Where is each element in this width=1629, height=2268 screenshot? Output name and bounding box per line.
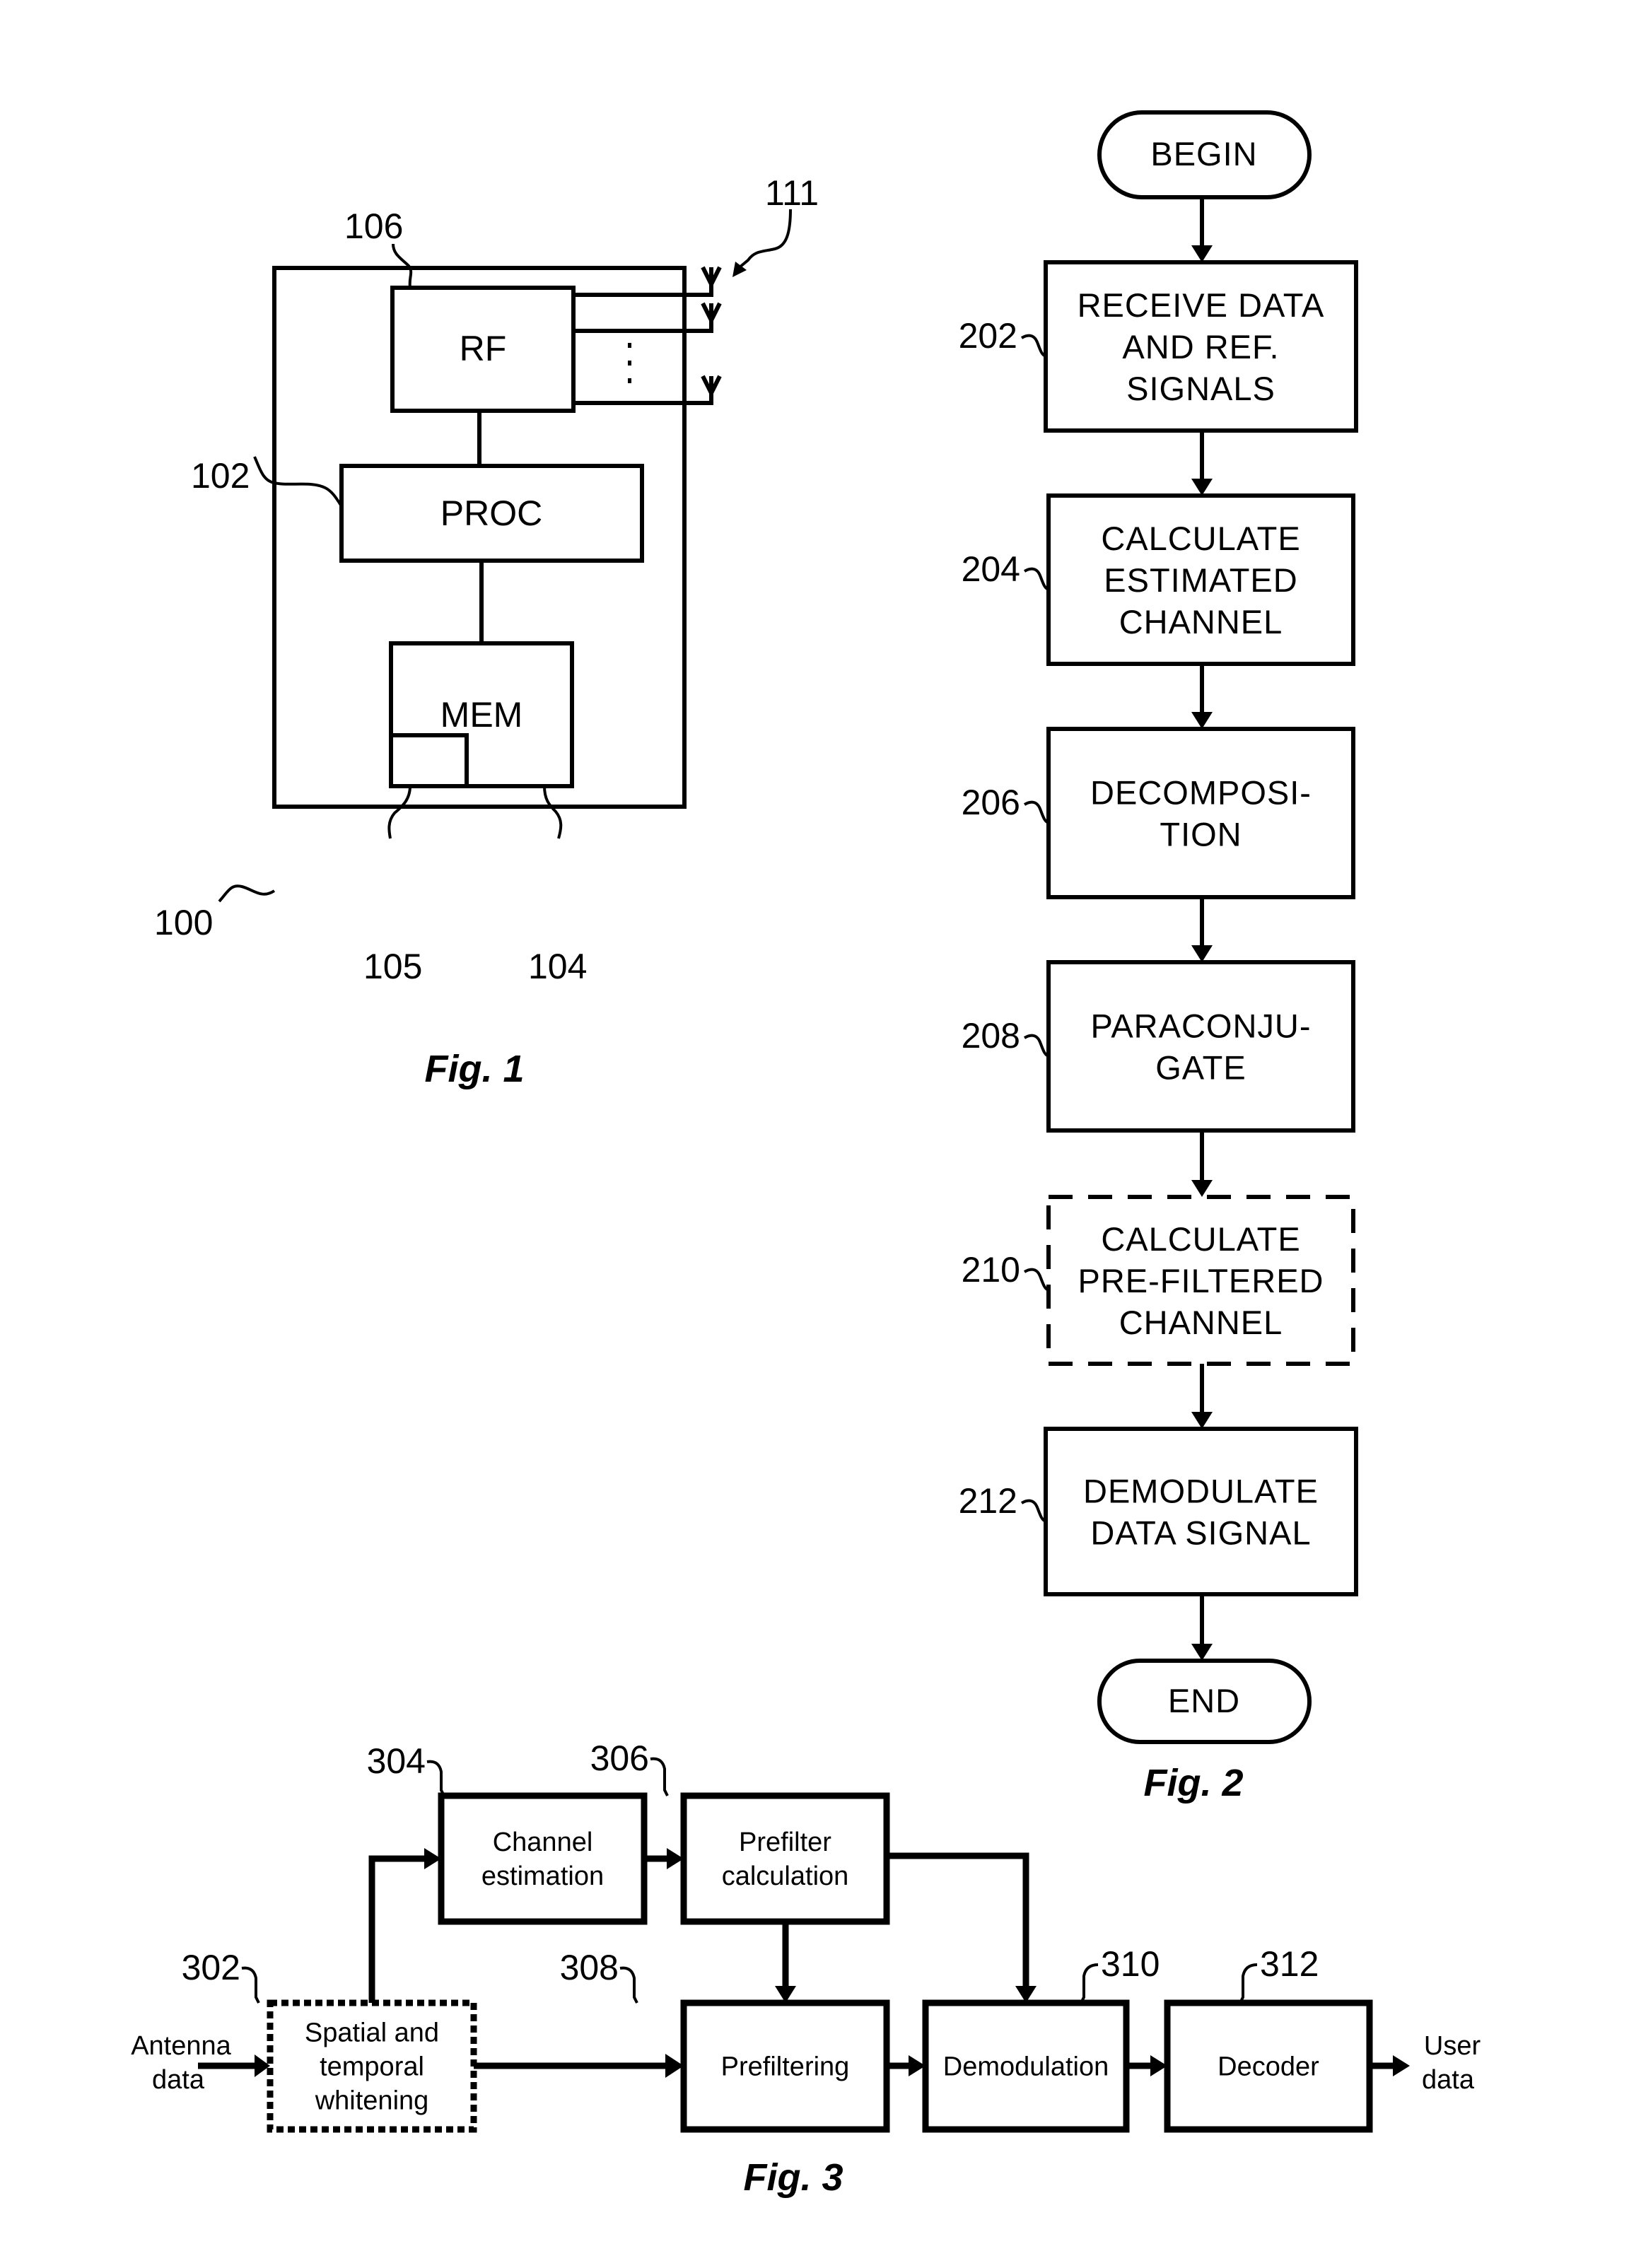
begin-label: BEGIN bbox=[1150, 135, 1257, 173]
ref-leader bbox=[241, 1966, 260, 2004]
ref-100: 100 bbox=[154, 903, 213, 942]
ref-304: 304 bbox=[367, 1741, 426, 1781]
antenna-feed-1 bbox=[573, 274, 713, 297]
ref-208: 208 bbox=[962, 1016, 1020, 1056]
ref-206: 206 bbox=[962, 783, 1020, 822]
fig1-caption: Fig. 1 bbox=[424, 1048, 524, 1090]
ref-106: 106 bbox=[344, 206, 403, 246]
ref-leader bbox=[1023, 1268, 1049, 1292]
ref-306: 306 bbox=[590, 1738, 649, 1778]
flow-step-label: CALCULATE bbox=[1101, 1220, 1300, 1258]
flow-step-label: RECEIVE DATA bbox=[1078, 286, 1325, 324]
flow-step-label: DATA SIGNAL bbox=[1090, 1514, 1311, 1552]
ref-leader bbox=[426, 1760, 445, 1796]
arrowhead-icon bbox=[1191, 1180, 1213, 1197]
prefilter-calc-to-demodulation-line bbox=[887, 1852, 1029, 1987]
ref-310: 310 bbox=[1101, 1944, 1160, 1984]
more-antennas-ellipsis-icon bbox=[628, 343, 631, 383]
flow-step-label: DECOMPOSI- bbox=[1090, 774, 1312, 812]
prefiltering-label: Prefiltering bbox=[721, 2052, 850, 2082]
flow-step-label: DEMODULATE bbox=[1083, 1473, 1319, 1510]
ref-100-leader bbox=[218, 884, 276, 903]
program-sub-block bbox=[389, 733, 469, 788]
prefilter-calculation-label: calculation bbox=[722, 1861, 849, 1891]
antenna-icon bbox=[701, 375, 722, 398]
channel-estimation-block bbox=[438, 1792, 648, 1925]
ref-leader bbox=[1239, 1963, 1258, 2004]
flow-step-208 bbox=[1046, 960, 1355, 1133]
arrowhead-icon bbox=[1191, 945, 1213, 962]
ref-312: 312 bbox=[1260, 1944, 1319, 1984]
arrowhead-icon bbox=[1393, 2055, 1410, 2076]
arrowhead-icon bbox=[1191, 479, 1213, 496]
flow-step-label: SIGNALS bbox=[1126, 370, 1275, 407]
ref-leader bbox=[619, 1966, 638, 2004]
flow-step-label: CHANNEL bbox=[1119, 603, 1283, 641]
user-data-label-line2: data bbox=[1422, 2065, 1475, 2095]
ref-leader bbox=[1023, 567, 1049, 591]
ref-111-leader bbox=[738, 209, 792, 269]
whitening-label: temporal bbox=[320, 2052, 424, 2082]
ref-202: 202 bbox=[959, 316, 1017, 356]
flow-step-label: TION bbox=[1160, 816, 1242, 853]
ref-105: 105 bbox=[363, 947, 422, 986]
flow-step-206 bbox=[1046, 727, 1355, 899]
antenna-data-label-line1: Antenna bbox=[131, 2031, 231, 2061]
demodulation-label: Demodulation bbox=[943, 2052, 1109, 2082]
whitening-label: whitening bbox=[315, 2086, 429, 2116]
flow-step-label: PARACONJU- bbox=[1090, 1007, 1311, 1045]
flow-step-label: GATE bbox=[1155, 1049, 1246, 1087]
ref-210: 210 bbox=[962, 1250, 1020, 1290]
ref-leader bbox=[1080, 1963, 1099, 2004]
user-data-label-line1: User bbox=[1424, 2031, 1481, 2061]
ref-111: 111 bbox=[765, 173, 819, 213]
flow-step-label: CHANNEL bbox=[1119, 1304, 1283, 1341]
ref-leader bbox=[1023, 800, 1049, 824]
arrowhead-icon bbox=[1191, 1412, 1213, 1429]
prefilter-calculation-label: Prefilter bbox=[739, 1828, 831, 1857]
ref-308: 308 bbox=[560, 1948, 619, 1987]
channel-estimation-label: Channel bbox=[493, 1828, 593, 1857]
proc-block-label: PROC bbox=[440, 493, 542, 533]
rf-block-label: RF bbox=[460, 329, 507, 368]
antenna-data-label-line2: data bbox=[152, 2065, 205, 2095]
ref-204: 204 bbox=[962, 549, 1020, 589]
flow-step-label: ESTIMATED bbox=[1104, 561, 1297, 599]
whitening-to-channel-estimation-line bbox=[368, 1855, 426, 2003]
ref-leader bbox=[650, 1757, 669, 1796]
whitening-label: Spatial and bbox=[305, 2018, 439, 2048]
fig1-device-diagram: RF PROC MEM 111 106 102 100 105 104 Fig.… bbox=[154, 173, 819, 1090]
ref-302: 302 bbox=[182, 1948, 240, 1987]
fig2-flowchart: BEGIN RECEIVE DATA AND REF. SIGNALS 202 CALC… bbox=[959, 110, 1358, 1804]
prefilter-calculation-block bbox=[680, 1792, 890, 1925]
channel-estimation-label: estimation bbox=[481, 1861, 604, 1891]
ref-leader bbox=[1023, 1034, 1049, 1058]
ref-leader bbox=[1020, 1499, 1046, 1523]
arrowhead-icon bbox=[1191, 245, 1213, 262]
antenna-feed-2 bbox=[573, 311, 713, 333]
ref-102-leader bbox=[253, 456, 343, 508]
ref-104-leader bbox=[543, 785, 563, 839]
flow-step-label: CALCULATE bbox=[1101, 520, 1300, 557]
flow-step-212 bbox=[1044, 1427, 1358, 1596]
arrowhead-icon bbox=[1191, 1644, 1213, 1661]
fig3-block-diagram: Spatial and temporal whitening 302 Channel es… bbox=[131, 1738, 1481, 2199]
antenna-icon bbox=[701, 266, 722, 289]
arrowhead-icon bbox=[1191, 712, 1213, 729]
flow-step-label: AND REF. bbox=[1122, 328, 1279, 366]
antenna-feed-3 bbox=[573, 383, 713, 405]
ref-105-leader bbox=[387, 785, 411, 839]
flow-step-label: PRE-FILTERED bbox=[1078, 1262, 1324, 1299]
antenna-icon bbox=[701, 302, 722, 325]
ref-leader bbox=[1020, 334, 1046, 358]
patent-drawing-sheet: RF PROC MEM 111 106 102 100 105 104 Fig.… bbox=[131, 110, 1481, 2199]
ref-104: 104 bbox=[528, 947, 587, 986]
ref-212: 212 bbox=[959, 1481, 1017, 1521]
fig3-caption: Fig. 3 bbox=[743, 2156, 843, 2199]
decoder-label: Decoder bbox=[1218, 2052, 1319, 2082]
end-label: END bbox=[1168, 1682, 1240, 1719]
fig2-caption: Fig. 2 bbox=[1143, 1762, 1243, 1804]
ref-102: 102 bbox=[191, 456, 250, 496]
mem-block-label: MEM bbox=[440, 695, 523, 735]
